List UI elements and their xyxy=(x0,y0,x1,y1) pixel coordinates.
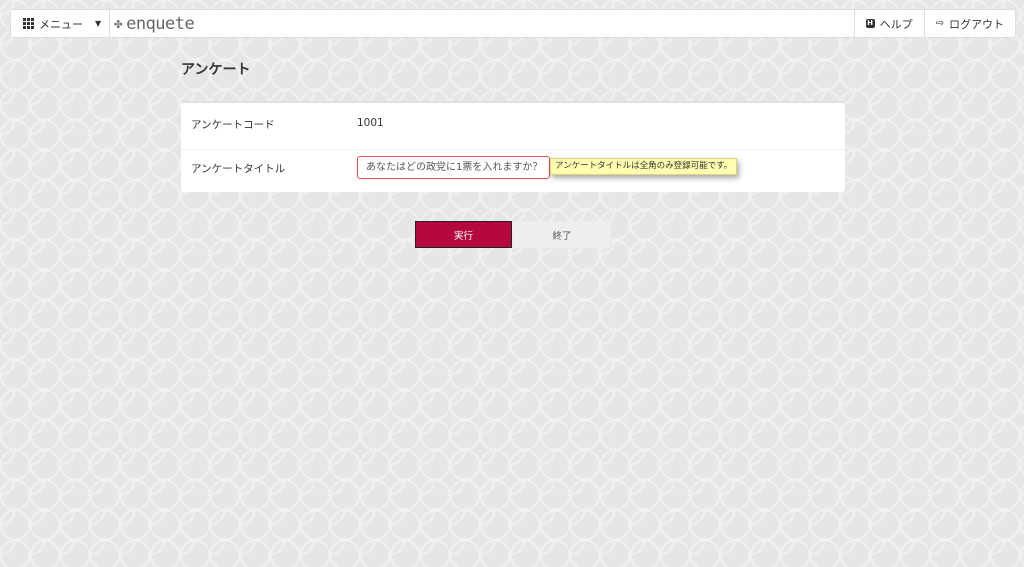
caret-down-icon: ▼ xyxy=(95,19,102,28)
top-navbar: メニュー ▼ ✤ enquete H ヘルプ ⇨ ログアウト xyxy=(10,9,1016,38)
help-button[interactable]: H ヘルプ xyxy=(853,10,924,37)
logout-icon: ⇨ xyxy=(935,18,944,29)
menu-button[interactable]: メニュー ▼ xyxy=(23,16,101,32)
nav-right: H ヘルプ ⇨ ログアウト xyxy=(853,10,1015,37)
code-label: アンケートコード xyxy=(191,119,275,131)
nav-left: メニュー ▼ ✤ enquete xyxy=(23,9,195,38)
logout-button[interactable]: ⇨ ログアウト xyxy=(923,10,1015,37)
title-label: アンケートタイトル xyxy=(191,163,286,175)
form-panel: アンケートコード 1001 アンケートタイトル あなたはどの政党に1票を入れます… xyxy=(181,101,845,192)
clover-icon: ✤ xyxy=(114,15,123,32)
form-row-code: アンケートコード 1001 xyxy=(181,103,845,150)
help-icon: H xyxy=(865,19,875,28)
help-label: ヘルプ xyxy=(879,17,913,31)
nav-divider xyxy=(109,9,111,38)
grid-menu-icon xyxy=(23,18,34,29)
title-input[interactable]: あなたはどの政党に1票を入れますか？ xyxy=(357,156,550,179)
validation-tooltip: アンケートタイトルは全角のみ登録可能です。 xyxy=(550,158,738,175)
menu-label: メニュー xyxy=(39,17,83,31)
code-value: 1001 xyxy=(357,117,384,129)
end-button[interactable]: 終了 xyxy=(513,221,611,248)
form-row-title: アンケートタイトル あなたはどの政党に1票を入れますか？ アンケートタイトルは全… xyxy=(181,150,845,192)
page-title: アンケート xyxy=(181,62,251,78)
execute-button[interactable]: 実行 xyxy=(415,221,512,248)
brand-name: enquete xyxy=(126,13,195,34)
logout-label: ログアウト xyxy=(949,17,1004,31)
brand-logo[interactable]: ✤ enquete xyxy=(114,13,195,34)
